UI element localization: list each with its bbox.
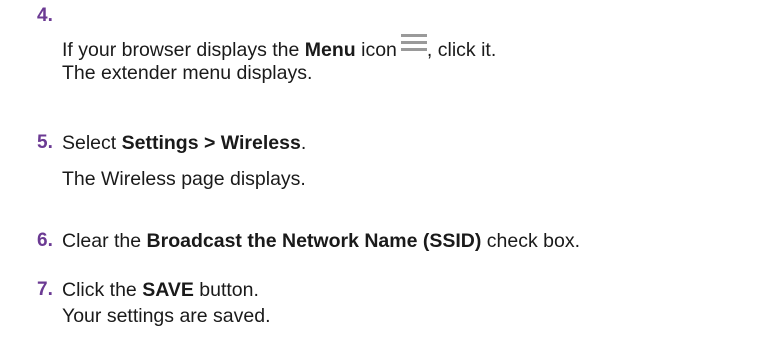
menu-label: Menu: [304, 39, 356, 61]
step-number-5: 5.: [37, 132, 53, 153]
step-4-text: If your browser displays the: [62, 39, 305, 61]
step-number-6: 6.: [37, 230, 53, 251]
settings-wireless-label: Settings > Wireless: [121, 132, 301, 154]
step-7-text-end: button.: [193, 279, 259, 301]
step-6-text: Clear the: [62, 230, 147, 252]
step-5-result: The Wireless page displays.: [62, 168, 306, 190]
step-4-text-icon: icon: [355, 39, 397, 61]
step-7-text: Click the: [62, 279, 143, 301]
save-label: SAVE: [142, 279, 194, 301]
step-6-instruction: Clear the Broadcast the Network Name (SS…: [62, 229, 580, 253]
step-5-text: Select: [62, 132, 122, 154]
step-7-result: Your settings are saved.: [62, 305, 271, 327]
step-5-text-end: .: [300, 132, 307, 154]
step-6-text-end: check box.: [481, 230, 581, 252]
step-number-7: 7.: [37, 279, 53, 300]
broadcast-ssid-label: Broadcast the Network Name (SSID): [146, 230, 482, 252]
step-4-text-end: , click it.: [426, 39, 497, 61]
step-5-instruction: Select Settings > Wireless.: [62, 131, 306, 155]
menu-icon: [400, 34, 427, 52]
step-4-result: The extender menu displays.: [62, 62, 313, 84]
step-number-4: 4.: [37, 5, 53, 26]
step-7-instruction: Click the SAVE button.: [62, 278, 259, 302]
step-4-instruction: If your browser displays the Menu icon , …: [62, 34, 496, 62]
